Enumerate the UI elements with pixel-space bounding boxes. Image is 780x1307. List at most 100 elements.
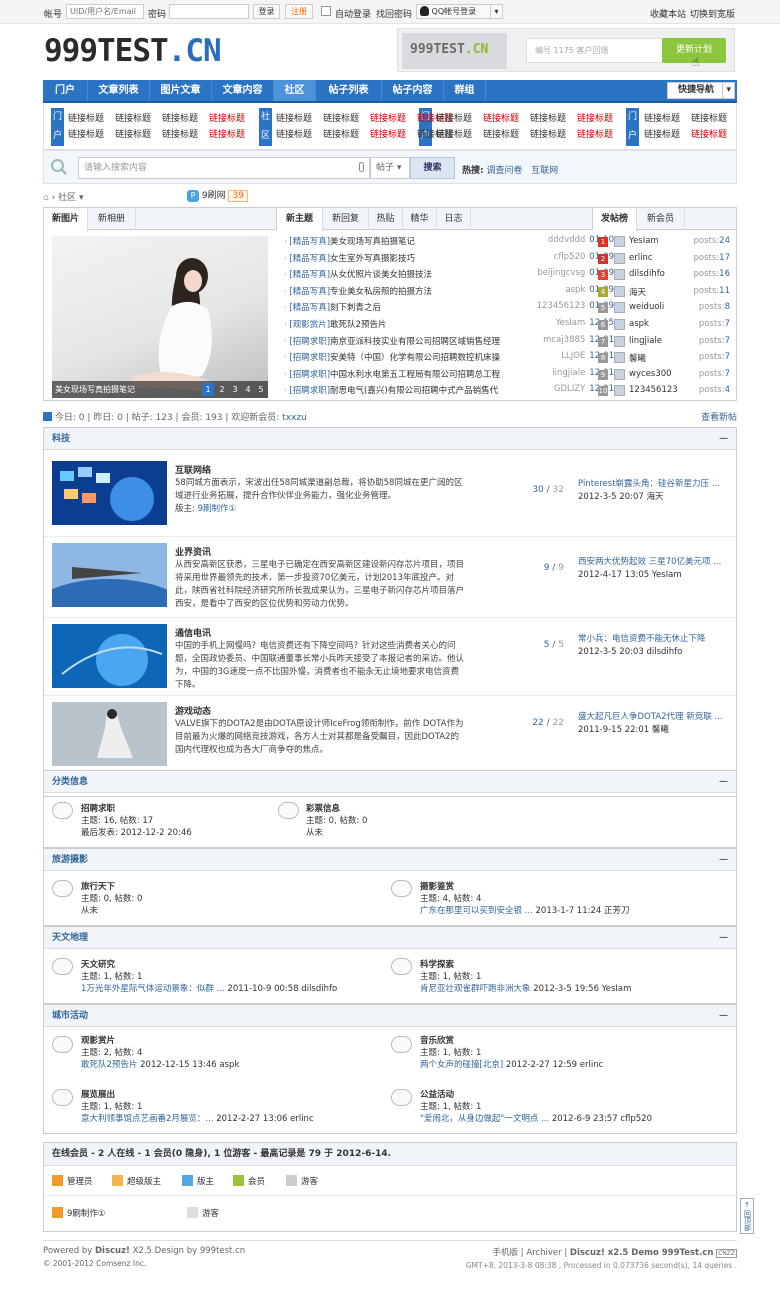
- subnav-link[interactable]: 链接标题: [644, 111, 680, 124]
- online-title[interactable]: 在线会员 - 2 人在线 - 1 会员(0 隐身), 1 位游客 - 最高记录是…: [44, 1143, 736, 1166]
- avatar[interactable]: [614, 385, 625, 397]
- search-button[interactable]: 搜索: [410, 157, 455, 179]
- subnav-link[interactable]: 链接标题: [577, 127, 613, 140]
- thread-title-link[interactable]: 耐思电气(嘉兴)有限公司招聘中式产品销售代: [330, 386, 498, 396]
- thread-category-link[interactable]: [精品写真]: [289, 237, 330, 247]
- thread-category-link[interactable]: [精品写真]: [289, 287, 330, 297]
- microphone-icon[interactable]: [359, 162, 364, 172]
- tab-new-albums[interactable]: 新相册: [88, 208, 136, 230]
- forum-name-link[interactable]: 招聘求职: [81, 804, 115, 814]
- forum-name-link[interactable]: 展览展出: [81, 1090, 115, 1100]
- rank-user-link[interactable]: aspk: [629, 319, 649, 329]
- subnav-link[interactable]: 链接标题: [530, 111, 566, 124]
- password-input[interactable]: [169, 4, 249, 19]
- subnav-link[interactable]: 链接标题: [323, 127, 359, 140]
- thread-title-link[interactable]: 专业美女私房照的拍摄方法: [330, 287, 432, 297]
- moderator-link[interactable]: 9刷制作①: [198, 504, 237, 514]
- nav-item-image-article[interactable]: 图片文章: [150, 80, 212, 101]
- chevron-down-icon[interactable]: ▾: [79, 193, 84, 203]
- tab-new-replies[interactable]: 新回复: [323, 208, 369, 230]
- rank-user-link[interactable]: lingjiale: [629, 336, 662, 346]
- forum-name-link[interactable]: 天文研究: [81, 960, 115, 970]
- subnav-link[interactable]: 链接标题: [530, 127, 566, 140]
- subnav-link[interactable]: 链接标题: [68, 127, 104, 140]
- thread-category-link[interactable]: [招聘求职]: [289, 337, 330, 347]
- thread-author-link[interactable]: beijingcvsg: [537, 268, 585, 278]
- avatar[interactable]: [614, 335, 625, 347]
- section-title[interactable]: 旅游摄影 —: [44, 849, 736, 871]
- photo-page-4[interactable]: 4: [242, 383, 254, 396]
- rank-user-link[interactable]: dilsdihfo: [629, 269, 665, 279]
- subnav-link[interactable]: 链接标题: [162, 111, 198, 124]
- subnav-link[interactable]: 链接标题: [276, 111, 312, 124]
- forum-name-link[interactable]: 摄影鉴赏: [420, 882, 454, 892]
- wide-mode-link[interactable]: 切换到宽版: [690, 7, 735, 20]
- forum-name-link[interactable]: 旅行天下: [81, 882, 115, 892]
- photo-page-2[interactable]: 2: [216, 383, 228, 396]
- quick-nav-button[interactable]: 快捷导航 ▾: [667, 82, 735, 99]
- demo-link[interactable]: Discuz! x2.5 Demo 999Test.cn: [570, 1248, 714, 1258]
- new-member-link[interactable]: txxzu: [282, 413, 307, 423]
- subnav-tag-portal[interactable]: 门户: [51, 108, 64, 146]
- search-input[interactable]: 请输入搜索内容: [78, 157, 370, 179]
- forum-image[interactable]: [29, 543, 189, 647]
- last-post-link[interactable]: 肯尼亚壮观雀群吓跑非洲大象: [420, 984, 531, 994]
- subnav-link[interactable]: 链接标题: [370, 111, 406, 124]
- forum-name-link[interactable]: 科学探索: [420, 960, 454, 970]
- subnav-link[interactable]: 链接标题: [436, 127, 472, 140]
- qq-login-button[interactable]: QQ帐号登录: [416, 4, 492, 19]
- thread-category-link[interactable]: [招聘求职]: [289, 353, 330, 363]
- photo-page-5[interactable]: 5: [255, 383, 267, 396]
- collapse-icon[interactable]: —: [719, 927, 728, 949]
- thread-author-link[interactable]: YesIam: [556, 318, 586, 328]
- subnav-link[interactable]: 链接标题: [436, 111, 472, 124]
- tab-new-threads[interactable]: 新主题: [277, 208, 323, 231]
- avatar[interactable]: [614, 269, 625, 281]
- forum-name-link[interactable]: 互联网络: [175, 463, 211, 476]
- subnav-link[interactable]: 链接标题: [68, 111, 104, 124]
- search-icon[interactable]: [50, 158, 68, 176]
- footer-nav-links[interactable]: 手机版 | Archiver |: [493, 1248, 570, 1258]
- discuz-link[interactable]: Discuz!: [95, 1246, 130, 1256]
- rank-user-link[interactable]: 馨曦: [629, 352, 646, 364]
- forum-name-link[interactable]: 游戏动态: [175, 704, 211, 717]
- collapse-icon[interactable]: —: [719, 1005, 728, 1027]
- favorite-link[interactable]: 收藏本站: [650, 7, 686, 20]
- thread-author-link[interactable]: mcaj3885: [543, 335, 585, 345]
- login-button[interactable]: 登录: [253, 4, 280, 19]
- forum-image[interactable]: [52, 624, 167, 688]
- tab-new-members[interactable]: 新会员: [637, 208, 685, 230]
- photo-page-1[interactable]: 1: [202, 383, 214, 396]
- thread-category-link[interactable]: [精品写真]: [289, 254, 330, 264]
- avatar[interactable]: [614, 236, 625, 247]
- tab-new-photos[interactable]: 新图片: [44, 208, 88, 231]
- subnav-tag-forum[interactable]: 社区: [259, 108, 272, 146]
- subnav-link[interactable]: 链接标题: [644, 127, 680, 140]
- collapse-icon[interactable]: —: [719, 428, 728, 450]
- home-icon[interactable]: ⌂: [43, 193, 49, 203]
- tab-digest[interactable]: 精华: [403, 208, 437, 230]
- last-post-link[interactable]: 两个女声的碰撞[北京]: [420, 1060, 503, 1070]
- nav-item-portal[interactable]: 门户: [43, 80, 88, 101]
- tab-blog[interactable]: 日志: [437, 208, 471, 230]
- subnav-link[interactable]: 链接标题: [323, 111, 359, 124]
- thread-title-link[interactable]: 刻下刺青之后: [330, 303, 381, 313]
- qq-dropdown-button[interactable]: ▾: [490, 4, 503, 19]
- last-post-link[interactable]: 1万光年外星际气体运动景象：似群 ...: [81, 984, 225, 994]
- site-logo[interactable]: 999TEST.CN: [44, 33, 222, 69]
- subnav-link[interactable]: 链接标题: [209, 111, 245, 124]
- thread-category-link[interactable]: [精品写真]: [289, 303, 330, 313]
- rank-user-link[interactable]: weiduoli: [629, 302, 664, 312]
- section-title[interactable]: 科技 —: [44, 428, 736, 450]
- rank-user-link[interactable]: 海天: [629, 286, 646, 298]
- auto-login-checkbox[interactable]: [321, 6, 331, 16]
- thread-title-link[interactable]: 女生室外写真摄影技巧: [330, 254, 415, 264]
- thread-title-link[interactable]: 敢死队2预告片: [330, 320, 386, 330]
- tab-post-rank[interactable]: 发帖榜: [593, 208, 637, 231]
- subnav-link[interactable]: 链接标题: [691, 127, 727, 140]
- nav-item-article-list[interactable]: 文章列表: [88, 80, 150, 101]
- thread-title-link[interactable]: 中国水利水电第五工程局有限公司招聘总工程: [330, 370, 500, 380]
- last-post-link[interactable]: Pinterest崭露头角：硅谷新星力压 ...: [578, 479, 720, 489]
- avatar[interactable]: [614, 352, 625, 364]
- find-password-link[interactable]: 找回密码: [376, 7, 412, 20]
